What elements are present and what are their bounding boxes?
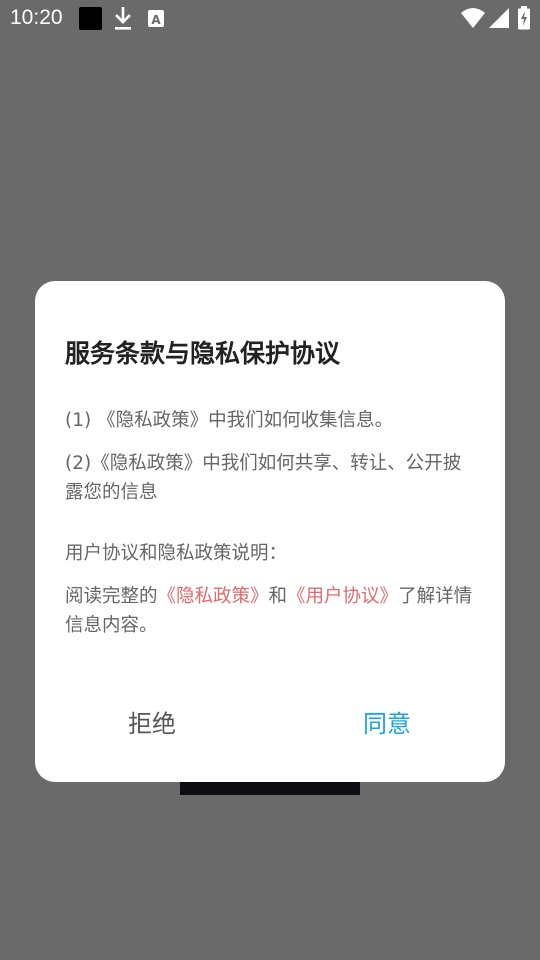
and-text: 和 bbox=[268, 586, 288, 607]
agree-button[interactable]: 同意 bbox=[337, 708, 437, 740]
privacy-dialog: 服务条款与隐私保护协议 (1) 《隐私政策》中我们如何收集信息。 (2)《隐私政… bbox=[35, 281, 505, 782]
notification-square-icon bbox=[79, 7, 102, 30]
read-full-text: 阅读完整的《隐私政策》和《用户协议》了解详情信息内容。 bbox=[65, 582, 475, 640]
read-prefix: 阅读完整的 bbox=[65, 586, 158, 607]
battery-charging-icon bbox=[518, 6, 530, 30]
user-agreement-link[interactable]: 《用户协议》 bbox=[287, 586, 398, 607]
dialog-title: 服务条款与隐私保护协议 bbox=[65, 339, 341, 368]
status-bar: 10:20 A bbox=[0, 0, 540, 36]
status-time: 10:20 bbox=[10, 6, 63, 29]
reject-button[interactable]: 拒绝 bbox=[102, 708, 202, 740]
agreement-section-label: 用户协议和隐私政策说明： bbox=[65, 543, 288, 564]
policy-item-share: (2)《隐私政策》中我们如何共享、转让、公开披露您的信息 bbox=[65, 453, 462, 503]
download-icon bbox=[115, 7, 131, 30]
wifi-icon bbox=[461, 8, 485, 28]
privacy-policy-link[interactable]: 《隐私政策》 bbox=[158, 586, 269, 607]
svg-text:A: A bbox=[151, 13, 161, 27]
a-text-icon: A bbox=[148, 10, 164, 27]
cell-signal-icon bbox=[489, 8, 509, 28]
policy-item-collect: (1) 《隐私政策》中我们如何收集信息。 bbox=[65, 410, 394, 431]
